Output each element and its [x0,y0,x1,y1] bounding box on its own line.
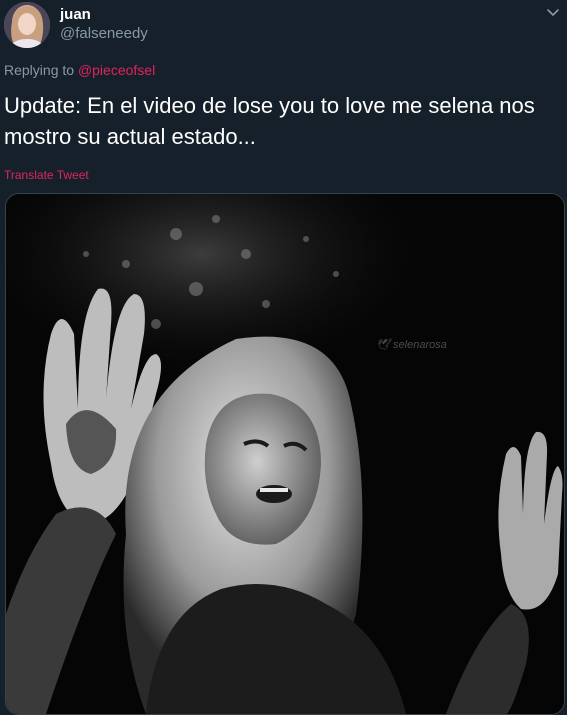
media-watermark-text: selenarosa [393,339,447,351]
media-watermark: 🕊 selenarosa [376,338,447,351]
tweet: juan @falseneedy Replying to @pieceofsel… [0,0,567,715]
reply-mention-link[interactable]: @pieceofsel [78,62,155,78]
media-image [6,194,564,714]
tweet-media-gif[interactable]: 🕊 selenarosa [5,193,565,715]
replying-to: Replying to @pieceofsel [4,62,155,78]
translate-tweet-link[interactable]: Translate Tweet [4,168,89,182]
author-handle[interactable]: @falseneedy [60,25,148,42]
tweet-text: Update: En el video de lose you to love … [4,93,535,149]
chevron-down-icon[interactable] [545,4,561,20]
bird-icon: 🕊 [376,339,390,351]
avatar[interactable] [4,2,50,48]
replying-to-label: Replying to [4,62,78,78]
author-display-name[interactable]: juan [60,6,91,23]
